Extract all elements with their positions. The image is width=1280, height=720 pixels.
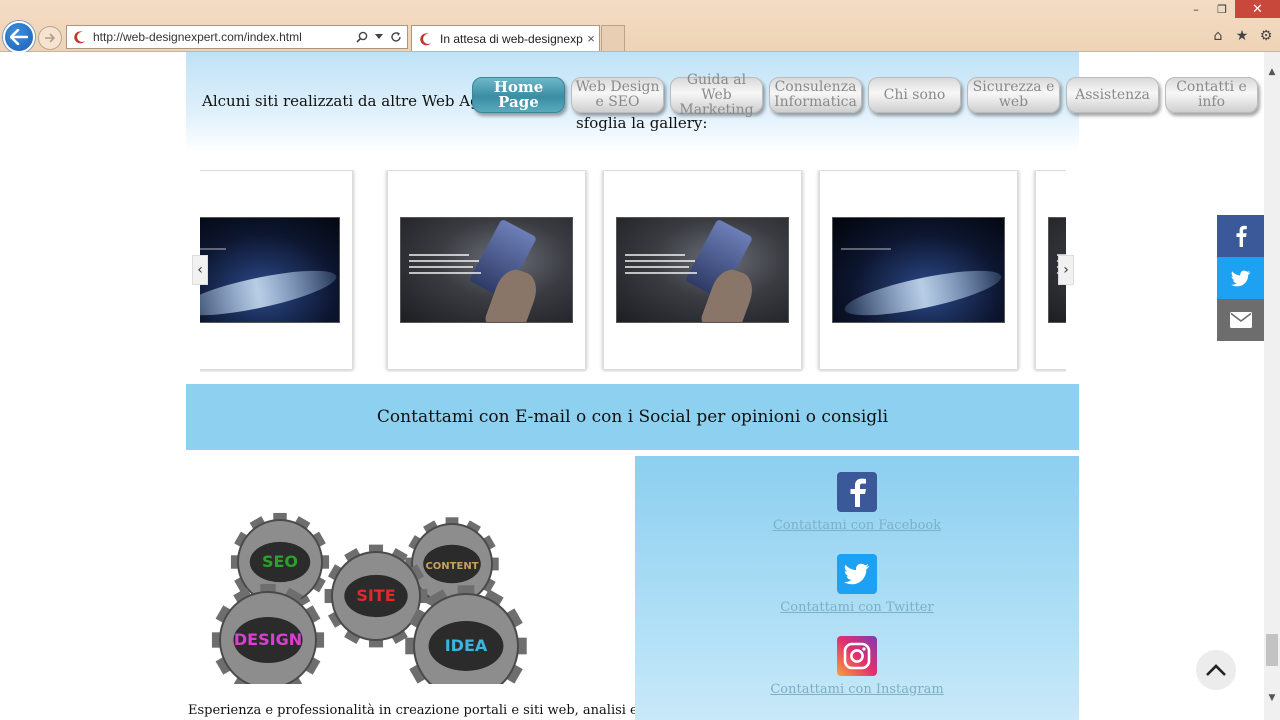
new-tab-button[interactable]	[601, 25, 625, 51]
restore-button[interactable]: ❐	[1209, 0, 1235, 18]
twitter-contact: Contattami con Twitter	[635, 554, 1079, 615]
browser-toolbar-icons: ⌂ ★ ⚙	[1210, 28, 1274, 44]
browser-tab[interactable]: In attesa di web-designexpe... ×	[411, 25, 600, 51]
nav-item-5[interactable]: Sicurezza e web	[967, 77, 1060, 113]
forward-button[interactable]	[38, 26, 62, 50]
tab-title: In attesa di web-designexpe...	[440, 31, 583, 46]
instagram-icon[interactable]	[837, 636, 877, 676]
star-icon[interactable]: ★	[1234, 28, 1250, 44]
nav-item-4[interactable]: Chi sono	[868, 77, 961, 113]
forward-arrow-icon	[45, 33, 56, 43]
scroll-down-icon[interactable]: ▼	[1264, 690, 1280, 706]
home-icon[interactable]: ⌂	[1210, 28, 1226, 44]
chevron-up-icon	[1206, 664, 1226, 676]
scroll-to-top-button[interactable]	[1196, 650, 1236, 690]
address-bar[interactable]: http://web-designexpert.com/index.html	[66, 25, 408, 49]
intro-text: Alcuni siti realizzati da altre Web Agen…	[202, 92, 516, 110]
nav-item-0[interactable]: Home Page	[472, 77, 565, 113]
nav-item-1[interactable]: Web Design e SEO	[571, 77, 664, 113]
nav-item-6[interactable]: Assistenza	[1066, 77, 1159, 113]
twitter-icon	[1230, 270, 1250, 286]
gear-label: IDEA	[445, 636, 488, 655]
nav-item-2[interactable]: Guida al Web Marketing	[670, 72, 763, 117]
main-navigation: Home Page Web Design e SEO Guida al Web Ma…	[472, 72, 1258, 117]
browser-chrome: http://web-designexpert.com/index.html I…	[0, 0, 1280, 53]
gear-icon[interactable]: ⚙	[1258, 28, 1274, 44]
website-screenshot	[400, 217, 573, 323]
dropdown-icon[interactable]	[375, 34, 383, 40]
website-screenshot	[616, 217, 789, 323]
facebook-icon[interactable]	[837, 472, 877, 512]
gear-label: CONTENT	[425, 561, 478, 572]
share-facebook-button[interactable]	[1217, 215, 1264, 257]
experience-text: Esperienza e professionalità in creazion…	[188, 703, 701, 718]
twitter-link[interactable]: Contattami con Twitter	[635, 600, 1079, 615]
vertical-scrollbar[interactable]: ▲ ▼	[1264, 52, 1280, 720]
gallery-card[interactable]	[819, 170, 1018, 370]
facebook-contact: Contattami con Facebook	[635, 472, 1079, 533]
gallery-carousel	[200, 170, 1066, 372]
search-icon[interactable]	[356, 31, 368, 43]
facebook-link[interactable]: Contattami con Facebook	[635, 518, 1079, 533]
instagram-link[interactable]: Contattami con Instagram	[635, 682, 1079, 697]
window-controls: – ❐ ✕	[1183, 0, 1280, 18]
gears-illustration: SEO CONTENT SITE DESIGN IDEA	[211, 512, 527, 684]
share-twitter-button[interactable]	[1217, 257, 1264, 299]
gears-image: SEO CONTENT SITE DESIGN IDEA	[188, 454, 558, 684]
scrollbar-thumb[interactable]	[1266, 634, 1278, 666]
url-text[interactable]: http://web-designexpert.com/index.html	[93, 30, 356, 44]
back-arrow-icon	[10, 29, 28, 45]
gear-label: DESIGN	[234, 630, 302, 649]
email-icon	[1229, 312, 1252, 328]
tab-close-icon[interactable]: ×	[583, 31, 599, 46]
contact-bar: Contattami con E-mail o con i Social per…	[186, 384, 1079, 450]
site-favicon-icon	[420, 32, 431, 45]
social-panel: Contattami con Facebook Contattami con T…	[635, 456, 1079, 720]
gallery-card[interactable]	[387, 170, 586, 370]
gallery-prev-button[interactable]: ‹	[192, 255, 208, 285]
website-screenshot	[832, 217, 1005, 323]
website-screenshot	[200, 217, 340, 323]
nav-item-7[interactable]: Contatti e info	[1165, 77, 1258, 113]
contact-bar-title: Contattami con E-mail o con i Social per…	[376, 407, 889, 427]
nav-item-3[interactable]: Consulenza Informatica	[769, 77, 862, 113]
twitter-icon[interactable]	[837, 554, 877, 594]
page-content: Alcuni siti realizzati da altre Web Agen…	[0, 52, 1264, 720]
gallery-card[interactable]	[200, 170, 353, 370]
minimize-button[interactable]: –	[1183, 0, 1209, 18]
facebook-icon	[1236, 225, 1247, 247]
instagram-contact: Contattami con Instagram	[635, 636, 1079, 697]
gear-label: SEO	[262, 552, 298, 571]
scroll-up-icon[interactable]: ▲	[1264, 64, 1280, 80]
refresh-icon[interactable]	[390, 31, 402, 43]
back-button[interactable]	[3, 21, 35, 53]
share-email-button[interactable]	[1217, 299, 1264, 341]
gear-label: SITE	[356, 586, 395, 605]
close-window-button[interactable]: ✕	[1235, 0, 1280, 18]
site-favicon-icon	[74, 31, 85, 44]
gallery-next-button[interactable]: ›	[1058, 255, 1074, 285]
gallery-card[interactable]	[603, 170, 802, 370]
